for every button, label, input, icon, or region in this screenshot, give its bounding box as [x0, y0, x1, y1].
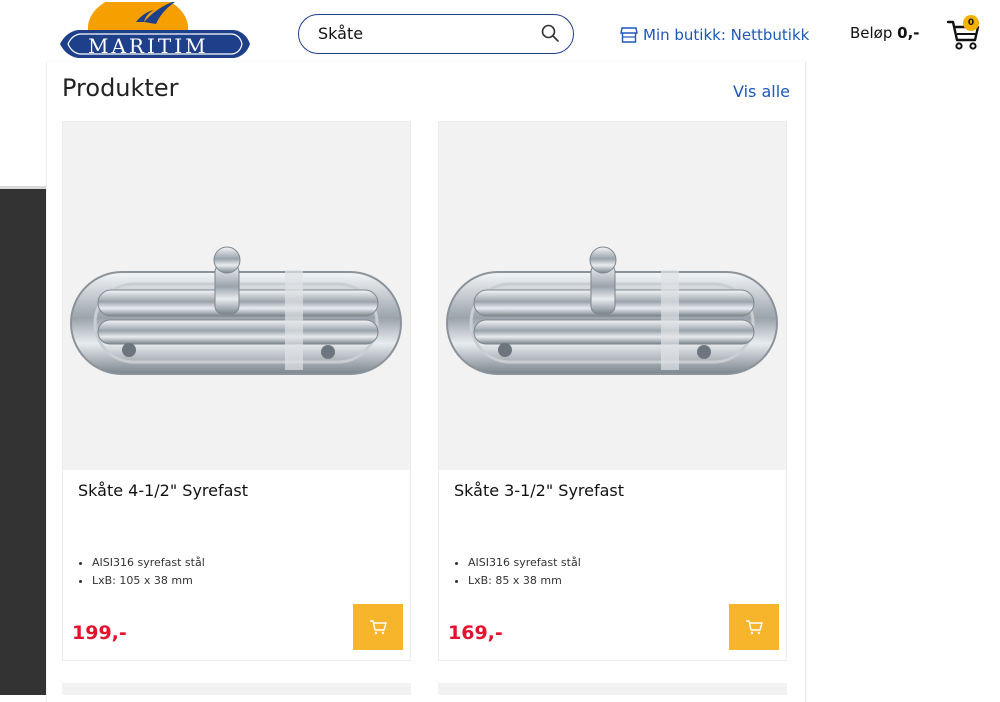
store-icon [620, 27, 638, 43]
cart-count-badge: 0 [963, 15, 979, 31]
search-box[interactable] [298, 14, 574, 54]
section-title: Produkter [62, 74, 179, 102]
add-to-cart-button[interactable] [729, 604, 779, 650]
product-card[interactable]: Skåte 4-1/2" Syrefast AISI316 syrefast s… [62, 121, 411, 661]
product-price: 169,- [448, 622, 503, 644]
feature-item: LxB: 105 x 38 mm [92, 572, 205, 590]
product-card[interactable]: Skåte 3-1/2" Syrefast AISI316 syrefast s… [438, 121, 787, 661]
amount-value: 0,- [897, 24, 920, 42]
feature-item: AISI316 syrefast stål [468, 554, 581, 572]
barrel-bolt-image [70, 246, 402, 375]
barrel-bolt-image [446, 246, 778, 375]
product-features: AISI316 syrefast stål LxB: 105 x 38 mm [78, 554, 205, 590]
product-name[interactable]: Skåte 3-1/2" Syrefast [454, 481, 624, 500]
product-price: 199,- [72, 622, 127, 644]
dark-overlay [0, 189, 46, 695]
amount-label: Beløp [850, 24, 893, 42]
my-store-link[interactable]: Min butikk: Nettbutikk [620, 24, 809, 46]
feature-item: LxB: 85 x 38 mm [468, 572, 581, 590]
cart-amount: Beløp 0,- [850, 24, 920, 42]
view-all-link[interactable]: Vis alle [733, 82, 790, 101]
product-name[interactable]: Skåte 4-1/2" Syrefast [78, 481, 248, 500]
product-card-partial[interactable] [62, 683, 411, 695]
feature-item: AISI316 syrefast stål [92, 554, 205, 572]
add-to-cart-icon [370, 620, 387, 635]
product-image[interactable] [63, 122, 410, 470]
maritim-logo[interactable]: MARITIM [58, 0, 252, 58]
product-card-partial[interactable] [438, 683, 787, 695]
search-icon[interactable] [541, 24, 559, 42]
product-features: AISI316 syrefast stål LxB: 85 x 38 mm [454, 554, 581, 590]
add-to-cart-icon [746, 620, 763, 635]
search-input[interactable] [318, 15, 518, 52]
product-image[interactable] [439, 122, 786, 470]
logo-text: MARITIM [88, 34, 209, 58]
store-label: Min butikk: Nettbutikk [643, 26, 810, 44]
add-to-cart-button[interactable] [353, 604, 403, 650]
